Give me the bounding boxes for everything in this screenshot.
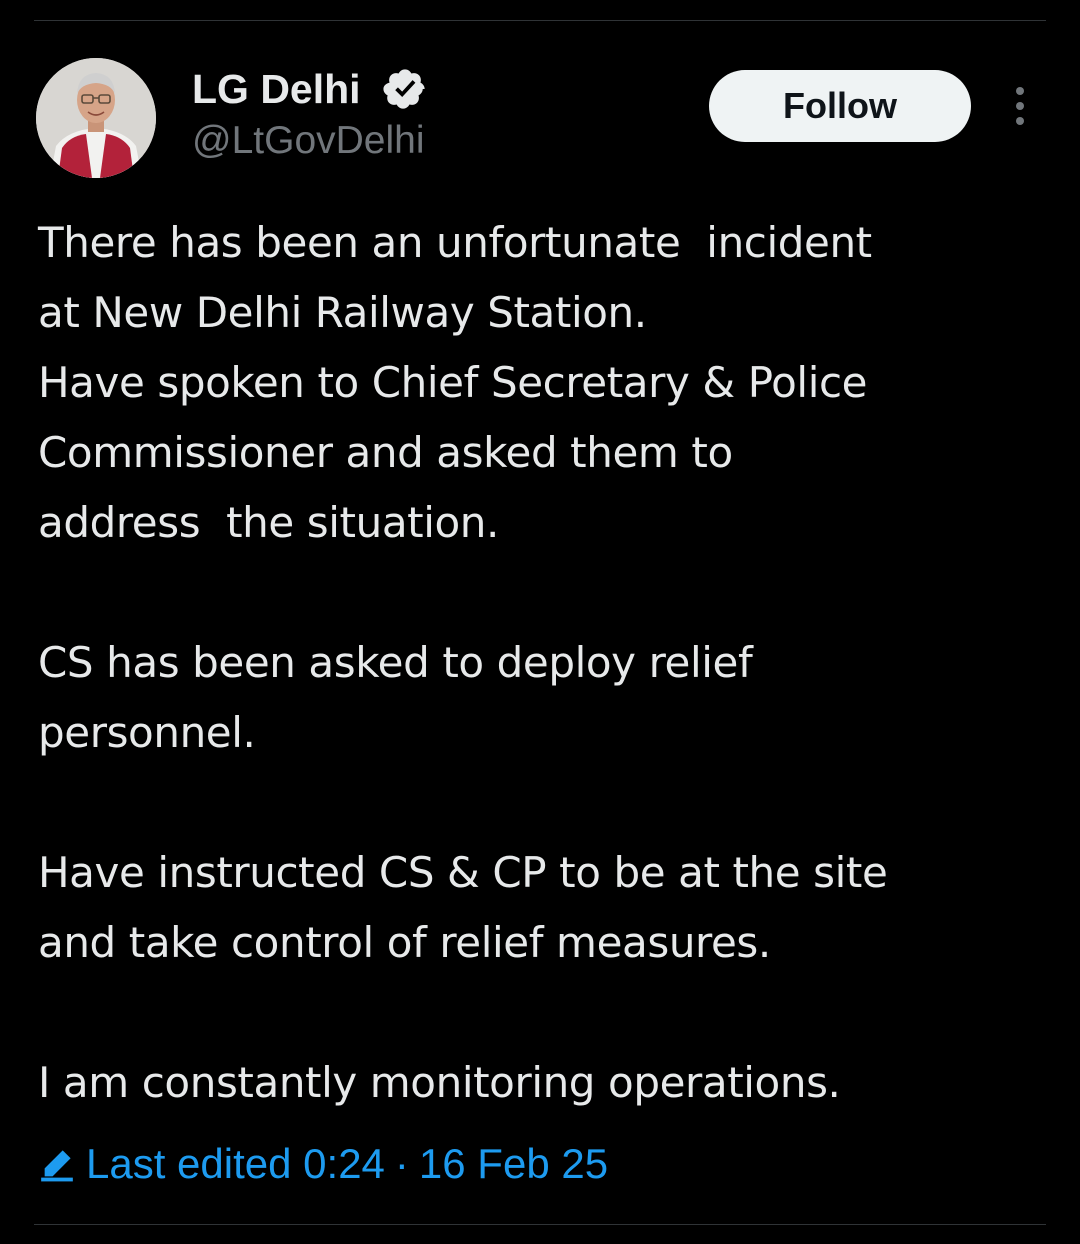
- tweet-text: There has been an unfortunate incident a…: [38, 208, 1048, 1118]
- user-handle[interactable]: @LtGovDelhi: [192, 116, 425, 166]
- follow-button[interactable]: Follow: [709, 70, 971, 142]
- separator-dot: ·: [394, 1140, 409, 1187]
- tweet-line: at New Delhi Railway Station.: [38, 288, 647, 337]
- more-vertical-icon[interactable]: [1006, 84, 1034, 128]
- top-divider: [34, 20, 1046, 21]
- tweet-line: There has been an unfortunate incident: [38, 218, 872, 267]
- tweet-line: personnel.: [38, 708, 256, 757]
- tweet-line: and take control of relief measures.: [38, 918, 771, 967]
- last-edited-date: 16 Feb 25: [418, 1140, 609, 1187]
- tweet-line: I am constantly monitoring operations.: [38, 1058, 841, 1107]
- tweet-line: CS has been asked to deploy relief: [38, 638, 753, 687]
- tweet-line: Have instructed CS & CP to be at the sit…: [38, 848, 888, 897]
- avatar[interactable]: [36, 58, 156, 178]
- tweet-line: Have spoken to Chief Secretary & Police: [38, 358, 868, 407]
- tweet-line: Commissioner and asked them to: [38, 428, 733, 477]
- bottom-divider: [34, 1224, 1046, 1225]
- last-edited-label: Last edited: [86, 1140, 292, 1187]
- last-edited-link[interactable]: Last edited 0:24 · 16 Feb 25: [38, 1136, 608, 1192]
- display-name[interactable]: LG Delhi: [192, 64, 361, 114]
- pencil-icon: [41, 1150, 73, 1182]
- verified-badge-icon: [383, 69, 425, 109]
- last-edited-time: 0:24: [303, 1140, 385, 1187]
- tweet-line: address the situation.: [38, 498, 499, 547]
